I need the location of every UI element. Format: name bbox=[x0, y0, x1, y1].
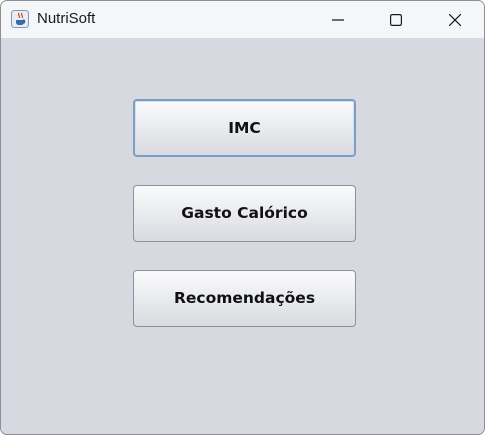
title-bar[interactable]: NutriSoft bbox=[1, 1, 484, 38]
maximize-button[interactable] bbox=[367, 1, 425, 38]
close-button[interactable] bbox=[426, 1, 484, 38]
imc-button[interactable]: IMC bbox=[133, 99, 356, 157]
maximize-icon bbox=[390, 13, 402, 26]
gasto-calorico-button[interactable]: Gasto Calórico bbox=[133, 185, 356, 242]
recomendacoes-button[interactable]: Recomendações bbox=[133, 270, 356, 327]
minimize-button[interactable] bbox=[309, 1, 367, 38]
window-title: NutriSoft bbox=[37, 10, 96, 27]
close-icon bbox=[449, 13, 461, 26]
minimize-icon bbox=[332, 18, 344, 21]
java-app-icon bbox=[11, 10, 29, 28]
nutrisoft-window: NutriSoft IMC Gasto Calórico Recomendaçõ… bbox=[0, 0, 485, 435]
